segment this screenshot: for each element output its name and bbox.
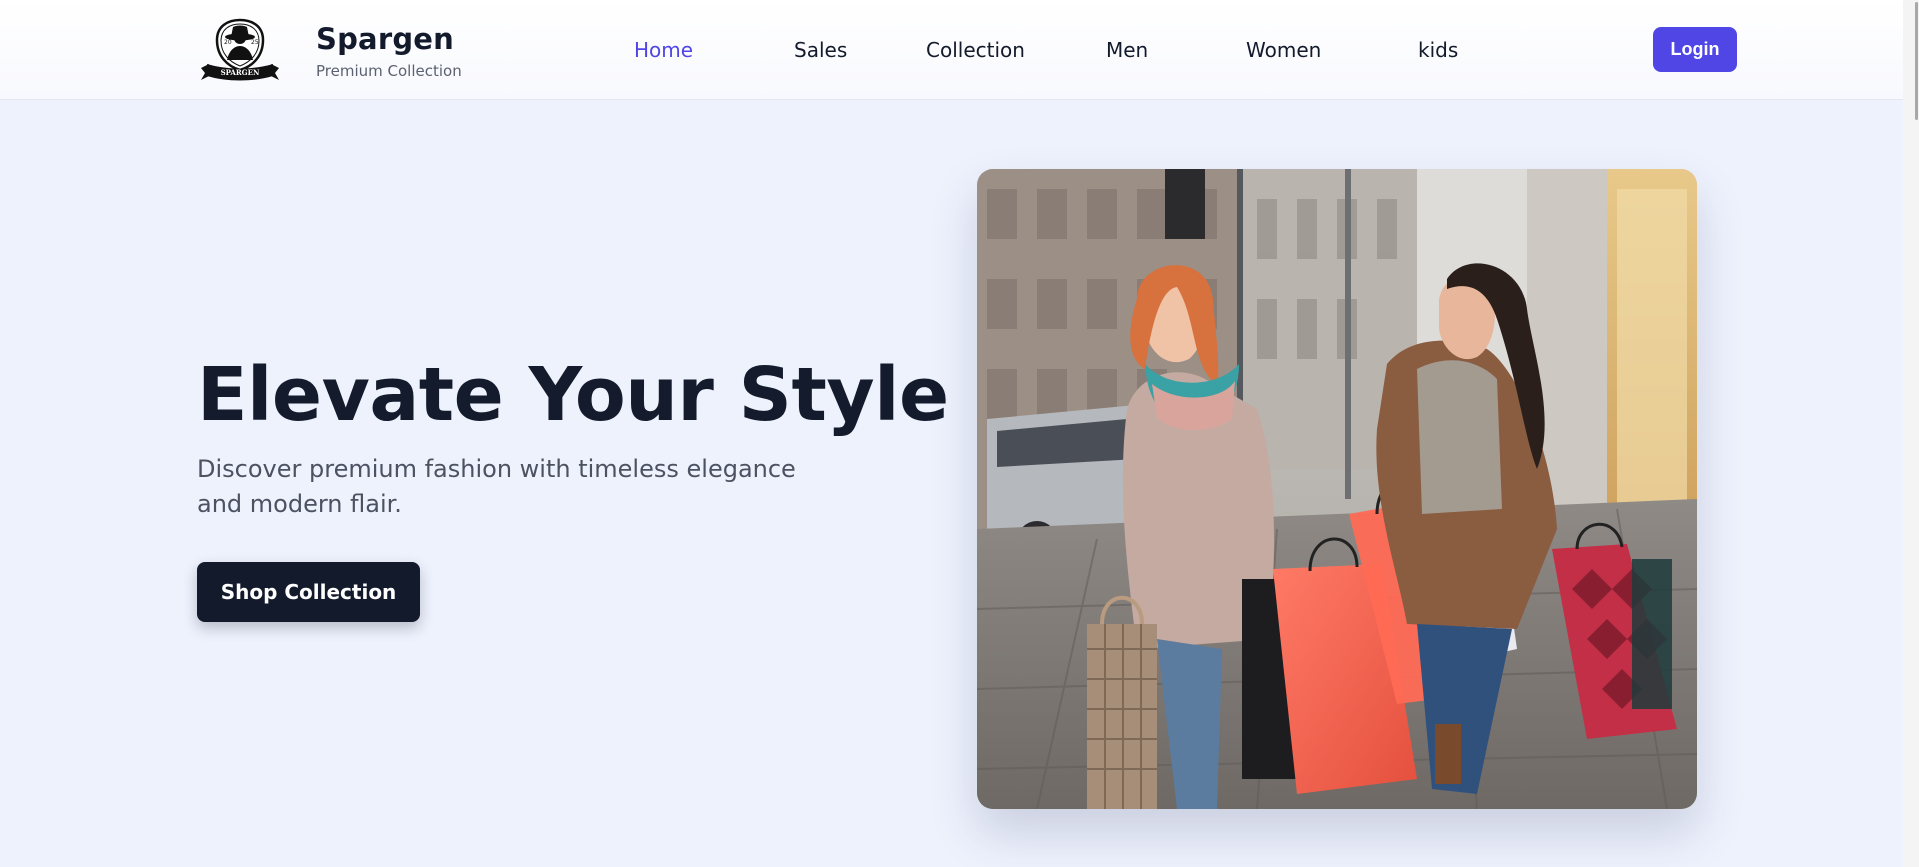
shoppers-photo	[977, 169, 1697, 809]
hero-subtitle: Discover premium fashion with timeless e…	[197, 455, 796, 518]
nav-item-men[interactable]: Men	[1106, 38, 1148, 62]
brand-name[interactable]: Spargen	[316, 22, 454, 56]
site-header: 20 25 SPARGEN Spargen Premium Collection…	[0, 0, 1903, 100]
nav-item-home[interactable]: Home	[634, 38, 693, 62]
spy-hat-emblem-icon: 20 25 SPARGEN	[201, 18, 279, 81]
hero-image	[977, 169, 1697, 809]
brand-logo[interactable]: 20 25 SPARGEN	[197, 16, 283, 84]
hero-title: Elevate Your Style	[197, 352, 949, 438]
nav-item-women[interactable]: Women	[1246, 38, 1321, 62]
scrollbar-thumb[interactable]	[1915, 2, 1918, 120]
svg-text:20: 20	[224, 39, 232, 46]
page-scrollbar[interactable]	[1903, 0, 1919, 867]
nav-item-kids[interactable]: kids	[1418, 38, 1458, 62]
login-button[interactable]: Login	[1653, 27, 1737, 72]
shop-collection-button[interactable]: Shop Collection	[197, 562, 420, 622]
svg-text:SPARGEN: SPARGEN	[221, 68, 260, 77]
nav-item-sales[interactable]: Sales	[794, 38, 847, 62]
svg-text:25: 25	[251, 39, 259, 46]
nav-item-collection[interactable]: Collection	[926, 38, 1025, 62]
brand-tagline: Premium Collection	[316, 62, 462, 80]
